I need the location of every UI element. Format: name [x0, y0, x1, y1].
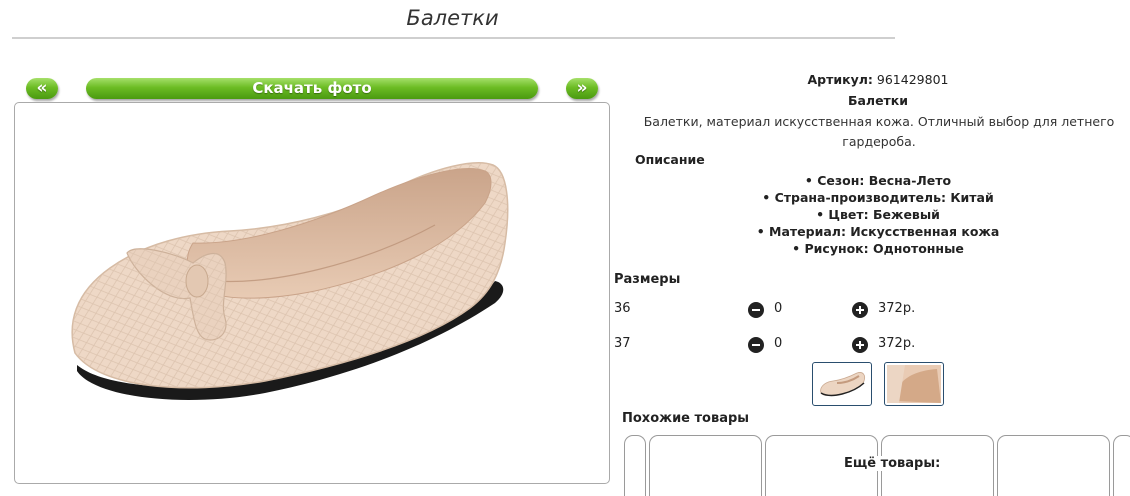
- page-title: Балетки: [406, 6, 499, 30]
- increase-quantity-icon[interactable]: [852, 302, 868, 318]
- size-value: 36: [614, 301, 631, 316]
- similar-product-card[interactable]: [1113, 435, 1130, 496]
- product-description: Балетки, материал искусственная кожа. От…: [643, 114, 1115, 149]
- similar-product-card[interactable]: [624, 435, 646, 496]
- feature-color: Цвет: Бежевый: [614, 206, 1130, 223]
- increase-quantity-icon[interactable]: [852, 337, 868, 353]
- article-value: 961429801: [876, 72, 949, 87]
- feature-material: Материал: Искусственная кожа: [614, 223, 1130, 240]
- quantity-value: 0: [774, 336, 783, 351]
- decrease-quantity-icon[interactable]: [748, 302, 764, 318]
- feature-country: Страна-производитель: Китай: [614, 189, 1130, 206]
- price-value: 372р.: [878, 336, 916, 351]
- product-photo[interactable]: [15, 103, 609, 473]
- similar-product-card[interactable]: [649, 435, 762, 496]
- quantity-value: 0: [774, 301, 783, 316]
- title-divider: [12, 37, 895, 39]
- next-photo-button[interactable]: »: [566, 78, 598, 99]
- sizes-heading: Размеры: [614, 272, 681, 287]
- size-row-36: 36 0 372р.: [614, 301, 1130, 321]
- product-photo-frame: [14, 102, 610, 484]
- article-label: Артикул:: [807, 72, 873, 87]
- download-photo-button[interactable]: Скачать фото: [86, 78, 538, 99]
- similar-products-heading: Похожие товары: [622, 411, 750, 426]
- photo-thumbnail-1[interactable]: [812, 362, 872, 406]
- feature-list: Сезон: Весна-Лето Страна-производитель: …: [614, 172, 1130, 257]
- similar-product-card[interactable]: [997, 435, 1110, 496]
- size-value: 37: [614, 336, 631, 351]
- product-name: Балетки: [847, 93, 909, 108]
- photo-thumbnail-2[interactable]: [884, 362, 944, 406]
- thumbnail-detail-image: [887, 365, 941, 403]
- description-heading: Описание: [635, 152, 705, 167]
- decrease-quantity-icon[interactable]: [748, 337, 764, 353]
- size-row-37: 37 0 372р.: [614, 336, 1130, 356]
- price-value: 372р.: [878, 301, 916, 316]
- feature-pattern: Рисунок: Однотонные: [614, 240, 1130, 257]
- thumbnail-shoe-image: [820, 372, 865, 397]
- more-products-label: Ещё товары:: [842, 456, 943, 471]
- prev-photo-button[interactable]: «: [26, 78, 58, 99]
- article-line: Артикул: 961429801: [614, 72, 1130, 87]
- feature-season: Сезон: Весна-Лето: [614, 172, 1130, 189]
